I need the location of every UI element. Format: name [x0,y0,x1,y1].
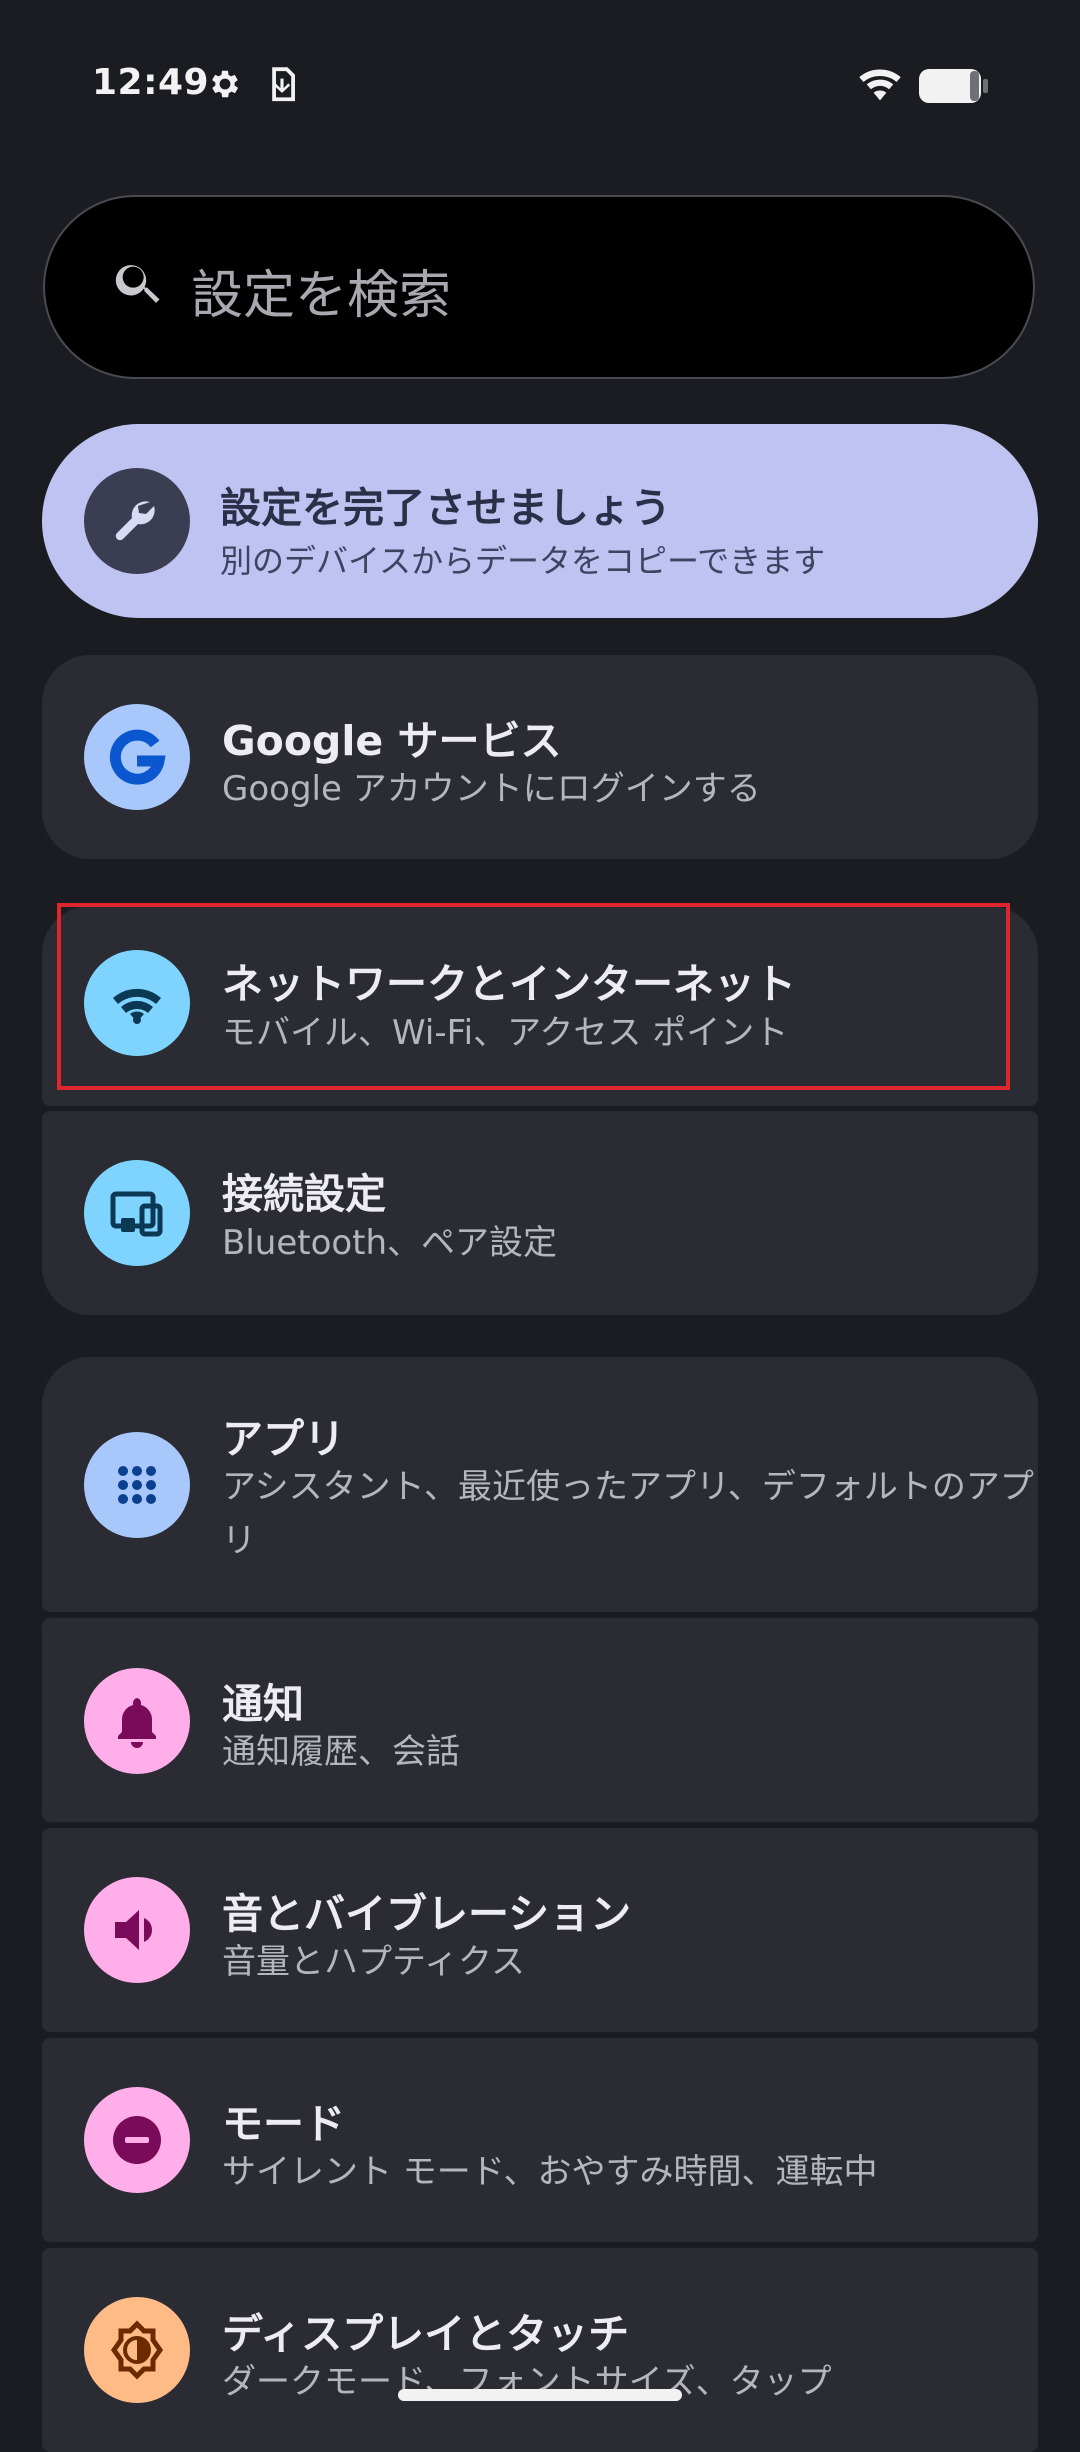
settings-gear-icon [207,66,243,106]
search-icon [111,255,167,315]
status-bar: 12:49 [0,0,1080,175]
item-subtitle: サイレント モード、おやすみ時間、運転中 [222,2152,878,2192]
setup-promo-card[interactable]: 設定を完了させましょう 別のデバイスからデータをコピーできます [42,424,1038,618]
item-subtitle: 通知履歴、会話 [222,1732,460,1772]
gesture-home-bar[interactable] [398,2389,682,2401]
settings-item-modes[interactable]: モード サイレント モード、おやすみ時間、運転中 [42,2038,1038,2242]
promo-subtitle: 別のデバイスからデータをコピーできます [220,542,826,580]
settings-item-apps[interactable]: アプリ アシスタント、最近使ったアプリ、デフォルトのアプリ [42,1357,1038,1612]
promo-title: 設定を完了させましょう [220,484,671,532]
settings-item-google[interactable]: Google サービス Google アカウントにログインする [42,655,1038,859]
item-title: 接続設定 [222,1170,386,1218]
apps-grid-icon [84,1432,190,1538]
bell-icon [84,1668,190,1774]
settings-item-connected-devices[interactable]: 接続設定 Bluetooth、ペア設定 [42,1111,1038,1315]
settings-item-display[interactable]: ディスプレイとタッチ ダークモード、フォントサイズ、タップ [42,2248,1038,2452]
wrench-icon [84,468,190,574]
status-time: 12:49 [92,62,210,103]
settings-item-sound[interactable]: 音とバイブレーション 音量とハプティクス [42,1828,1038,2032]
item-title: アプリ [222,1415,345,1463]
wifi-status-icon [858,64,902,108]
item-title: モード [222,2100,345,2148]
settings-item-notifications[interactable]: 通知 通知履歴、会話 [42,1618,1038,1822]
item-title: ディスプレイとタッチ [222,2310,630,2358]
highlight-box [57,903,1010,1090]
battery-icon [918,68,990,108]
search-bar[interactable]: 設定を検索 [43,195,1035,379]
brightness-icon [84,2297,190,2403]
google-g-icon [84,704,190,810]
volume-icon [84,1877,190,1983]
item-title: 通知 [222,1680,304,1728]
connected-devices-icon [84,1160,190,1266]
do-not-disturb-icon [84,2087,190,2193]
item-subtitle: アシスタント、最近使ったアプリ、デフォルトのアプリ [222,1467,1034,1561]
item-subtitle: Bluetooth、ペア設定 [222,1223,558,1263]
item-subtitle: 音量とハプティクス [222,1942,525,1982]
item-title: Google サービス [222,717,562,765]
item-subtitle: Google アカウントにログインする [222,769,761,809]
search-placeholder: 設定を検索 [191,266,452,326]
item-title: 音とバイブレーション [222,1890,632,1938]
download-notification-icon [265,66,299,108]
